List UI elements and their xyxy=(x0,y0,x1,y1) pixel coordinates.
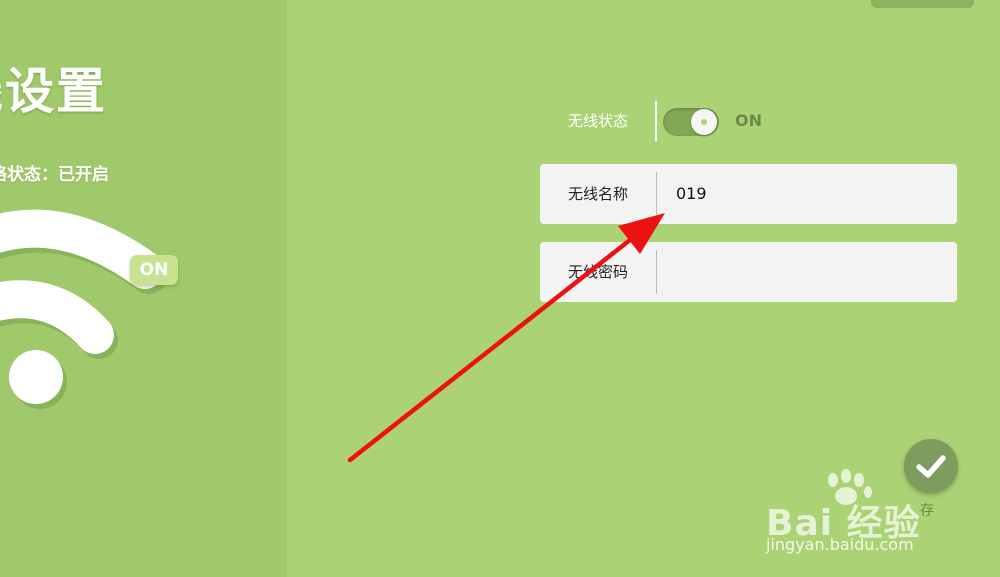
arrow-shaft xyxy=(347,237,633,463)
annotation-arrow xyxy=(347,213,665,463)
arrow-head xyxy=(618,213,665,254)
